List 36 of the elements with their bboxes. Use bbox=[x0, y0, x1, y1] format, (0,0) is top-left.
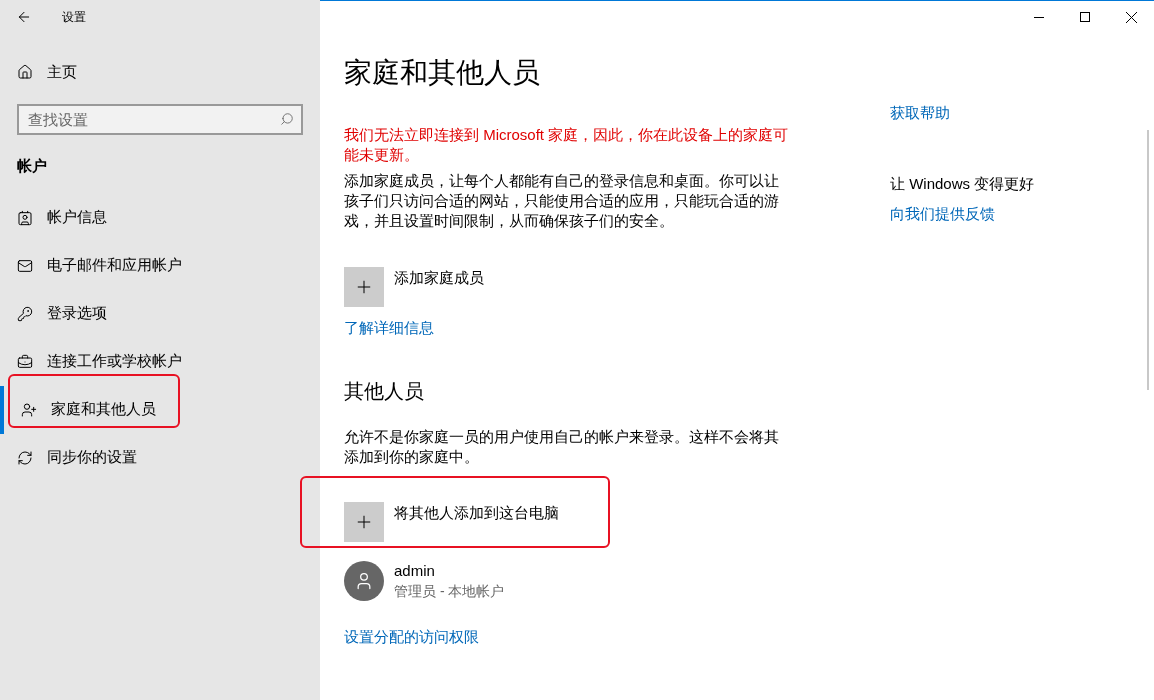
nav-item[interactable]: 帐户信息 bbox=[0, 193, 320, 242]
key-icon bbox=[17, 305, 33, 322]
scroll-bar[interactable] bbox=[1147, 130, 1149, 390]
maximize-icon bbox=[1080, 12, 1090, 22]
nav-item[interactable]: 同步你的设置 bbox=[0, 433, 320, 482]
assigned-access-link[interactable]: 设置分配的访问权限 bbox=[344, 625, 479, 648]
others-description: 允许不是你家庭一员的用户使用自己的帐户来登录。这样不会将其添加到你的家庭中。 bbox=[344, 426, 780, 467]
home-item[interactable]: 主页 bbox=[0, 48, 320, 96]
user-detail: 管理员 - 本地帐户 bbox=[394, 581, 505, 601]
briefcase-icon bbox=[17, 353, 33, 370]
mail-icon bbox=[17, 257, 33, 274]
person-add-icon bbox=[21, 401, 37, 418]
improve-heading: 让 Windows 变得更好 bbox=[890, 173, 1035, 194]
section-heading: 其他人员 bbox=[344, 378, 424, 404]
help-link[interactable]: 获取帮助 bbox=[890, 102, 950, 125]
contact-list-icon bbox=[17, 209, 33, 226]
learn-more-link[interactable]: 了解详细信息 bbox=[344, 317, 434, 340]
nav-item[interactable]: 登录选项 bbox=[0, 289, 320, 338]
sync-icon bbox=[17, 449, 33, 466]
warning-text: 我们无法立即连接到 Microsoft 家庭，因此，你在此设备上的家庭可能未更新。 bbox=[344, 125, 790, 165]
nav-item[interactable]: 电子邮件和应用帐户 bbox=[0, 241, 320, 290]
home-icon bbox=[17, 64, 33, 80]
minimize-icon bbox=[1034, 16, 1044, 18]
add-other-user-button[interactable]: 将其他人添加到这台电脑 bbox=[344, 501, 559, 542]
add-family-member-button[interactable]: 添加家庭成员 bbox=[344, 267, 484, 307]
section-heading: 帐户 bbox=[17, 156, 47, 176]
search-icon bbox=[280, 112, 294, 126]
user-name: admin bbox=[394, 560, 436, 581]
search-field[interactable]: 查找设置 bbox=[17, 104, 303, 135]
nav-item[interactable]: 家庭和其他人员 bbox=[0, 385, 320, 434]
page-title: 家庭和其他人员 bbox=[344, 56, 540, 90]
nav-item[interactable]: 连接工作或学校帐户 bbox=[0, 337, 320, 386]
feedback-link[interactable]: 向我们提供反馈 bbox=[890, 203, 995, 226]
window-title: 设置 bbox=[62, 8, 86, 26]
close-icon bbox=[1125, 11, 1137, 23]
family-description: 添加家庭成员，让每个人都能有自己的登录信息和桌面。你可以让孩子们只访问合适的网站，只能使用合适的应用，只能玩合适的游戏，并且设置时间限制，从而确保孩子们的安全。 bbox=[344, 171, 780, 231]
